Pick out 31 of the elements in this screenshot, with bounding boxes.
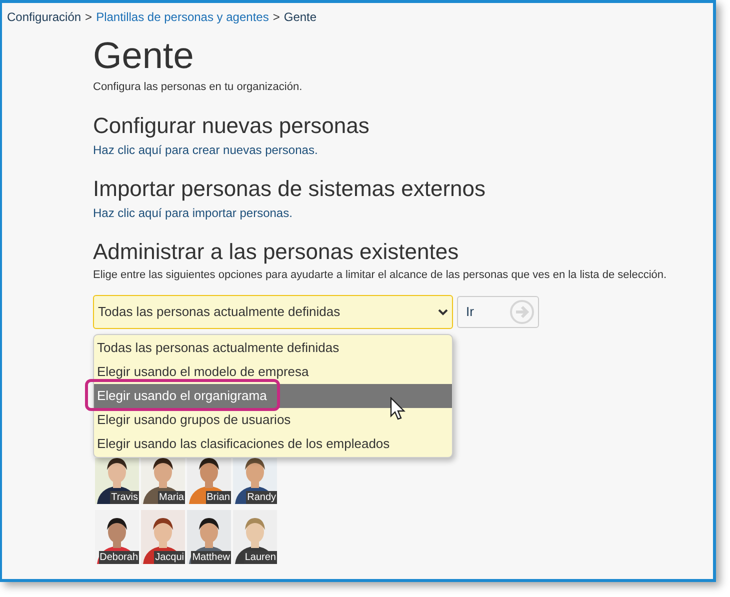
breadcrumb-item: Configuración [7,9,82,26]
page-subtitle: Configura las personas en tu organización. [93,80,304,95]
chevron-down-icon [438,308,448,316]
person-name: Brian [206,491,231,504]
breadcrumb-item[interactable]: Plantillas de personas y agentes [96,8,269,26]
section-link[interactable]: Haz clic aquí para crear nuevas personas. [93,140,713,158]
section-description: Elige entre las siguientes opciones para ayudarte a limitar el alcance de las personas que ves en la lista de selección. [93,268,668,282]
page-title: Gente [93,35,195,77]
dropdown-option[interactable]: Elegir usando el modelo de empresa [94,360,452,384]
breadcrumb-separator: > [272,9,280,26]
dropdown-option[interactable]: Elegir usando grupos de usuarios [94,408,452,432]
person-name: Matthew [191,551,231,564]
person-name: Deborah [98,551,139,564]
mouse-pointer-icon [390,397,406,421]
person-name: Maria [158,491,185,504]
dropdown-option[interactable]: Elegir usando el organigrama [94,384,452,408]
person-name: Lauren [244,551,277,564]
section-heading: Administrar a las personas existentes [93,238,460,264]
person-name: Jacqui [154,551,185,564]
breadcrumb-item: Gente [284,9,317,26]
section-heading: Configurar nuevas personas [93,112,370,138]
section-link[interactable]: Haz clic aquí para importar personas. [93,204,713,222]
dropdown-option[interactable]: Elegir usando las clasificaciones de los empleados [94,432,452,456]
dropdown-option[interactable]: Todas las personas actualmente definidas [94,336,452,360]
arrow-right-icon [510,300,534,324]
person-name: Travis [110,491,139,504]
section-heading: Importar personas de sistemas externos [93,176,487,202]
person-name: Randy [246,491,277,504]
breadcrumb-separator: > [85,9,92,26]
filter-select[interactable]: Todas las personas actualmente definidas [93,295,453,329]
go-button[interactable]: Ir [457,296,539,328]
